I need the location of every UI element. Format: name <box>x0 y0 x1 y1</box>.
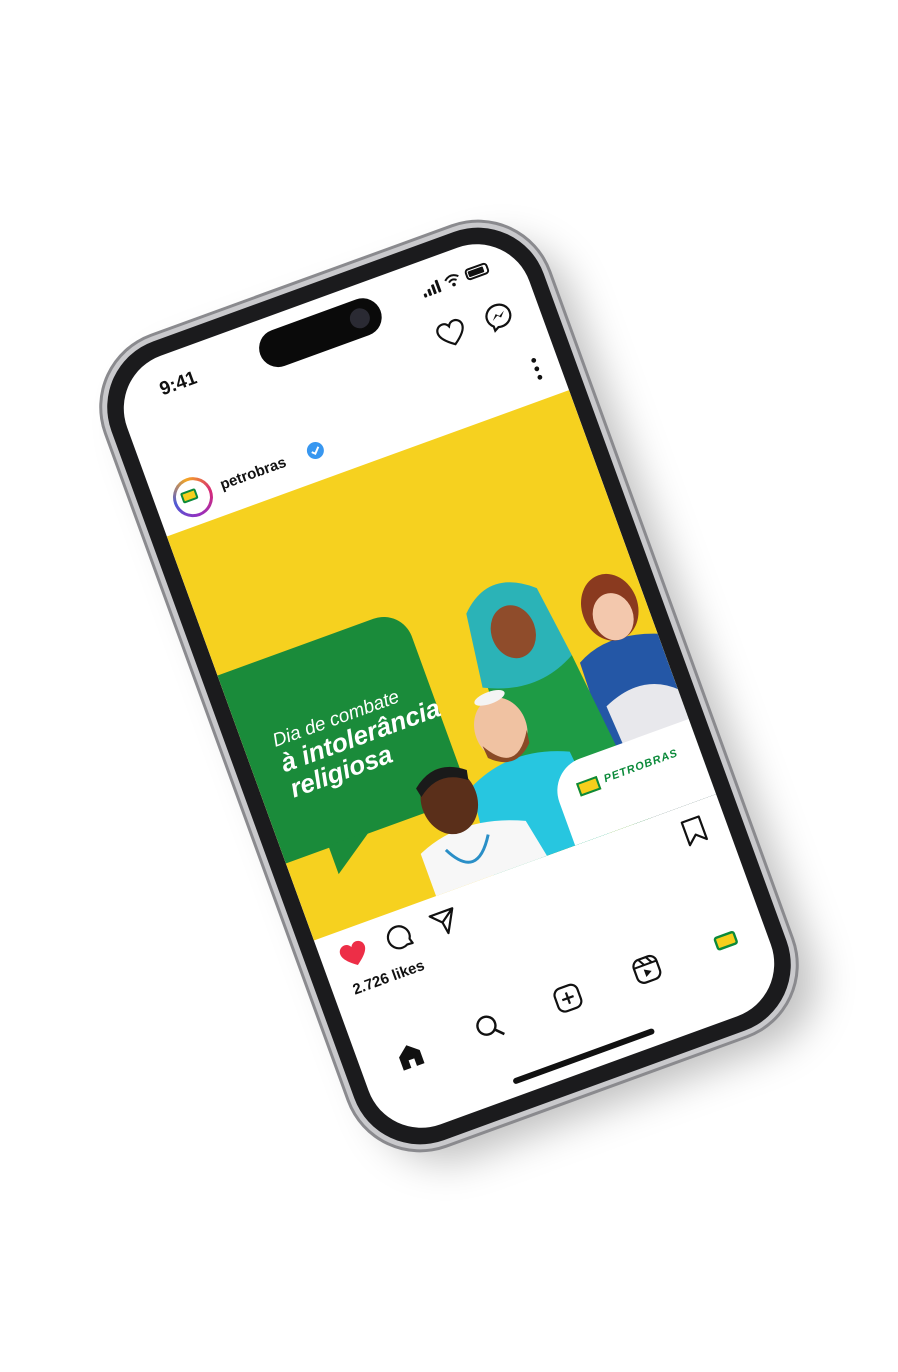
cellular-signal-icon <box>420 279 442 298</box>
verified-badge-icon <box>306 441 324 459</box>
search-icon[interactable] <box>470 1008 508 1046</box>
share-icon[interactable] <box>425 903 463 941</box>
brand-tag-text: PETROBRAS <box>602 747 680 786</box>
reels-icon[interactable] <box>628 950 666 988</box>
like-heart-icon[interactable] <box>335 935 373 973</box>
bookmark-icon[interactable] <box>675 812 713 850</box>
more-options-icon[interactable] <box>530 356 545 382</box>
front-camera <box>347 305 373 332</box>
battery-icon <box>463 261 491 282</box>
profile-icon[interactable] <box>707 921 745 959</box>
heart-icon[interactable] <box>432 315 470 353</box>
home-icon[interactable] <box>391 1036 429 1074</box>
stage: 9:41 petrobras Dia de combate à intolerâ… <box>0 0 898 1372</box>
wifi-icon <box>444 274 459 287</box>
top-actions <box>432 298 517 354</box>
messenger-icon[interactable] <box>479 298 517 336</box>
phone-mockup: 9:41 petrobras Dia de combate à intolerâ… <box>87 207 811 1165</box>
status-time: 9:41 <box>156 367 200 401</box>
avatar[interactable] <box>167 471 219 523</box>
post-username[interactable]: petrobras <box>218 454 289 494</box>
comment-icon[interactable] <box>380 919 418 957</box>
petrobras-mark-icon <box>575 775 602 797</box>
create-icon[interactable] <box>549 979 587 1017</box>
status-icons <box>420 261 491 298</box>
